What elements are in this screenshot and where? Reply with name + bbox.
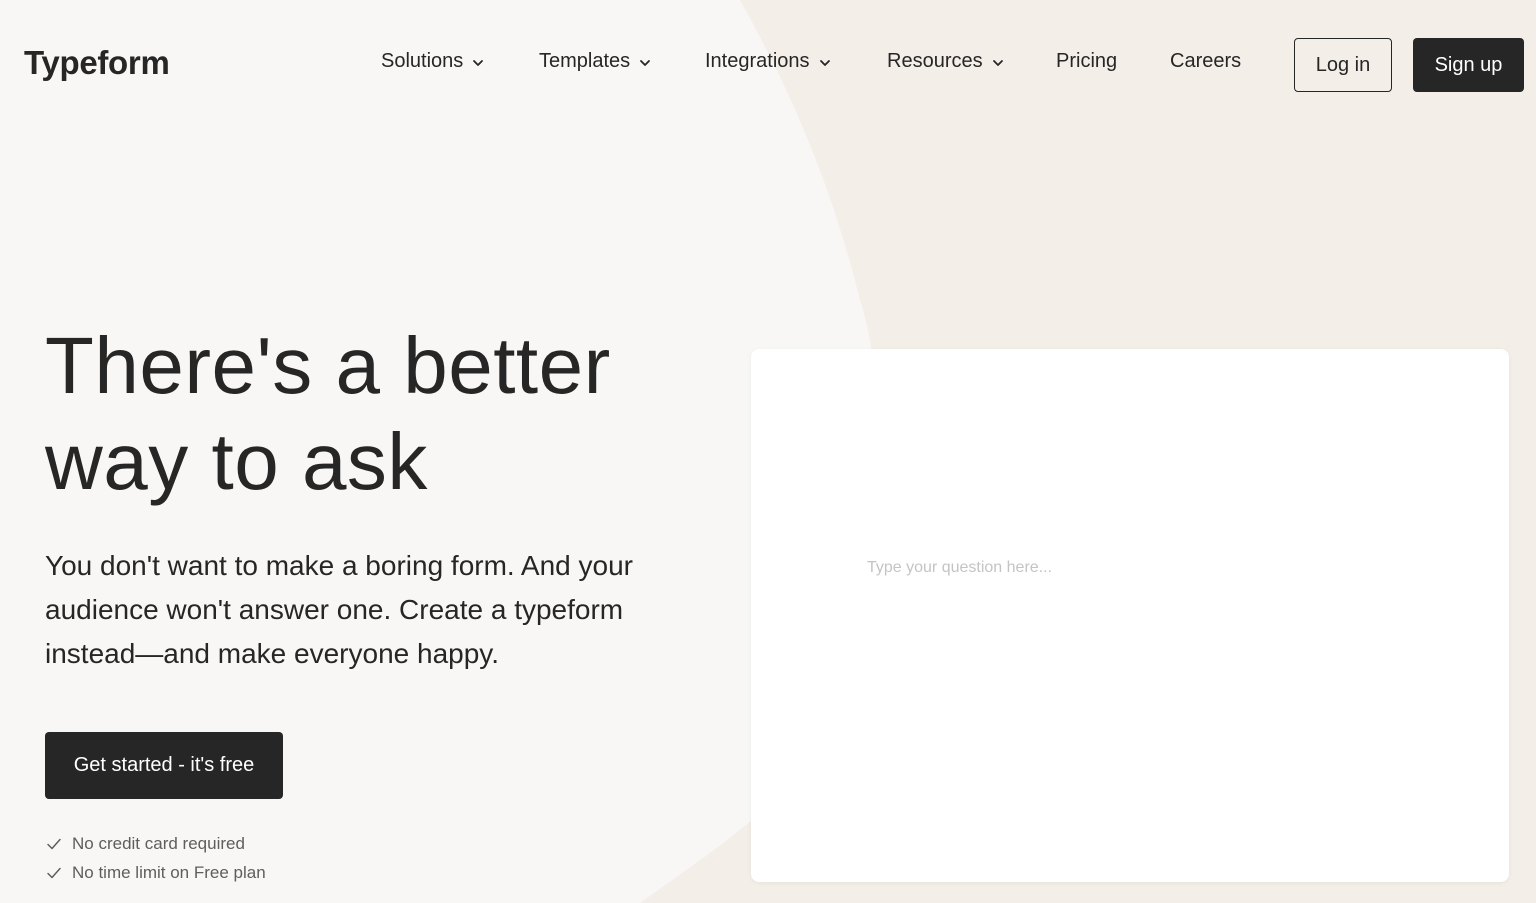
checklist-item-label: No time limit on Free plan bbox=[72, 862, 266, 882]
checklist-item: No credit card required bbox=[45, 829, 725, 858]
nav-item-label: Solutions bbox=[381, 50, 464, 72]
nav-item-pricing[interactable]: Pricing bbox=[1056, 50, 1170, 73]
chevron-down-icon bbox=[473, 59, 484, 66]
chevron-down-icon bbox=[640, 59, 651, 66]
nav-item-label: Pricing bbox=[1056, 50, 1118, 72]
checklist-item: No time limit on Free plan bbox=[45, 858, 725, 887]
check-icon bbox=[47, 867, 61, 878]
check-icon bbox=[47, 838, 61, 849]
nav-item-integrations[interactable]: Integrations bbox=[705, 50, 887, 73]
hero-section: There's a better way to ask You don't wa… bbox=[45, 318, 725, 887]
checklist-item-label: No credit card required bbox=[72, 833, 245, 853]
nav-item-careers[interactable]: Careers bbox=[1170, 50, 1270, 73]
chevron-down-icon bbox=[992, 59, 1003, 66]
main-nav: Solutions Templates Integrations Resourc… bbox=[381, 50, 1270, 73]
site-header: Typeform Solutions Templates Integration… bbox=[0, 0, 1536, 130]
feature-checklist: No credit card required No time limit on… bbox=[45, 829, 725, 887]
form-preview-card bbox=[751, 349, 1509, 882]
nav-item-solutions[interactable]: Solutions bbox=[381, 50, 539, 73]
nav-item-label: Resources bbox=[887, 50, 983, 72]
login-button[interactable]: Log in bbox=[1294, 38, 1392, 92]
chevron-down-icon bbox=[819, 59, 830, 66]
nav-item-label: Careers bbox=[1170, 50, 1242, 72]
nav-item-label: Templates bbox=[539, 50, 631, 72]
nav-item-label: Integrations bbox=[705, 50, 810, 72]
get-started-button[interactable]: Get started - it's free bbox=[45, 732, 283, 799]
hero-subtitle: You don't want to make a boring form. An… bbox=[45, 550, 633, 669]
typeform-logo[interactable]: Typeform bbox=[24, 44, 170, 82]
hero-title: There's a better way to ask bbox=[45, 321, 611, 506]
signup-button[interactable]: Sign up bbox=[1413, 38, 1524, 92]
nav-item-resources[interactable]: Resources bbox=[887, 50, 1056, 73]
nav-item-templates[interactable]: Templates bbox=[539, 50, 705, 73]
question-input[interactable] bbox=[867, 553, 1387, 583]
